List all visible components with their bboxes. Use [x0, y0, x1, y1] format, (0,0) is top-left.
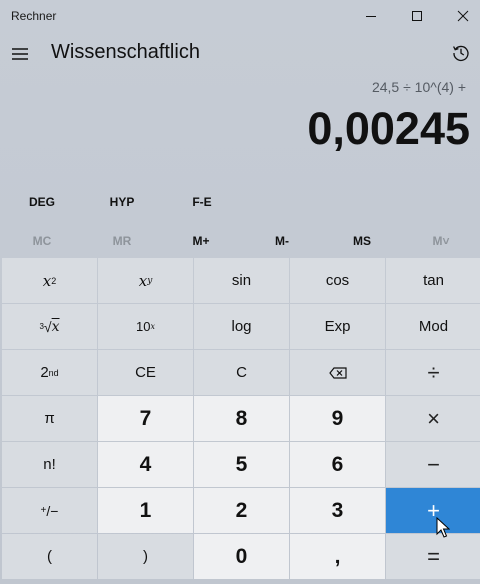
- close-button[interactable]: [440, 0, 480, 32]
- keypad: x2 xy sin cos tan 3 √ x 10 x log Exp Mod 2n…: [2, 258, 480, 584]
- memory-subtract-button[interactable]: M-: [242, 225, 322, 257]
- history-button[interactable]: [446, 38, 476, 68]
- digit-2-button[interactable]: 2: [194, 488, 289, 533]
- exp-button[interactable]: Exp: [290, 304, 385, 349]
- power-button[interactable]: xy: [98, 258, 193, 303]
- add-button[interactable]: +: [386, 488, 480, 533]
- equals-button[interactable]: =: [386, 534, 480, 579]
- digit-8-button[interactable]: 8: [194, 396, 289, 441]
- negate-button[interactable]: +/−: [2, 488, 97, 533]
- deg-button[interactable]: DEG: [9, 186, 75, 218]
- clear-button[interactable]: C: [194, 350, 289, 395]
- app-header: Wissenschaftlich: [0, 32, 480, 74]
- navigation-menu-button[interactable]: [6, 40, 34, 68]
- digit-6-button[interactable]: 6: [290, 442, 385, 487]
- left-paren-button[interactable]: (: [2, 534, 97, 579]
- memory-recall-button[interactable]: MR: [82, 225, 162, 257]
- log-button[interactable]: log: [194, 304, 289, 349]
- memory-list-button[interactable]: M˅: [401, 225, 480, 257]
- digit-9-button[interactable]: 9: [290, 396, 385, 441]
- cos-button[interactable]: cos: [290, 258, 385, 303]
- maximize-button[interactable]: [394, 0, 440, 32]
- result-display: 0,00245: [307, 103, 470, 154]
- minimize-icon: [366, 16, 376, 17]
- mode-row: DEG HYP F-E: [0, 186, 480, 218]
- expression-display: 24,5 ÷ 10^(4) +: [371, 79, 466, 95]
- app-title: Rechner: [11, 9, 57, 23]
- divide-button[interactable]: ÷: [386, 350, 480, 395]
- mouse-cursor-icon: [436, 517, 450, 538]
- digit-7-button[interactable]: 7: [98, 396, 193, 441]
- multiply-button[interactable]: ×: [386, 396, 480, 441]
- sin-button[interactable]: sin: [194, 258, 289, 303]
- memory-add-button[interactable]: M+: [161, 225, 241, 257]
- digit-3-button[interactable]: 3: [290, 488, 385, 533]
- digit-0-button[interactable]: 0: [194, 534, 289, 579]
- ten-power-button[interactable]: 10 x: [98, 304, 193, 349]
- factorial-button[interactable]: n!: [2, 442, 97, 487]
- memory-row: MC MR M+ M- MS M˅: [0, 225, 480, 257]
- title-bar: Rechner: [0, 0, 480, 32]
- mod-button[interactable]: Mod: [386, 304, 480, 349]
- second-function-button[interactable]: 2nd: [2, 350, 97, 395]
- right-paren-button[interactable]: ): [98, 534, 193, 579]
- subtract-button[interactable]: −: [386, 442, 480, 487]
- fe-button[interactable]: F-E: [169, 186, 235, 218]
- cube-root-button[interactable]: 3 √ x: [2, 304, 97, 349]
- backspace-button[interactable]: [290, 350, 385, 395]
- close-icon: [457, 10, 469, 22]
- hamburger-icon: [12, 48, 28, 60]
- clear-entry-button[interactable]: CE: [98, 350, 193, 395]
- tan-button[interactable]: tan: [386, 258, 480, 303]
- square-button[interactable]: x2: [2, 258, 97, 303]
- decimal-button[interactable]: ,: [290, 534, 385, 579]
- digit-4-button[interactable]: 4: [98, 442, 193, 487]
- backspace-icon: [328, 366, 347, 379]
- memory-clear-button[interactable]: MC: [2, 225, 82, 257]
- pi-button[interactable]: π: [2, 396, 97, 441]
- memory-store-button[interactable]: MS: [322, 225, 402, 257]
- mode-title: Wissenschaftlich: [51, 41, 200, 63]
- hyp-button[interactable]: HYP: [89, 186, 155, 218]
- history-icon: [453, 45, 469, 62]
- digit-1-button[interactable]: 1: [98, 488, 193, 533]
- minimize-button[interactable]: [348, 0, 394, 32]
- digit-5-button[interactable]: 5: [194, 442, 289, 487]
- maximize-icon: [412, 11, 422, 21]
